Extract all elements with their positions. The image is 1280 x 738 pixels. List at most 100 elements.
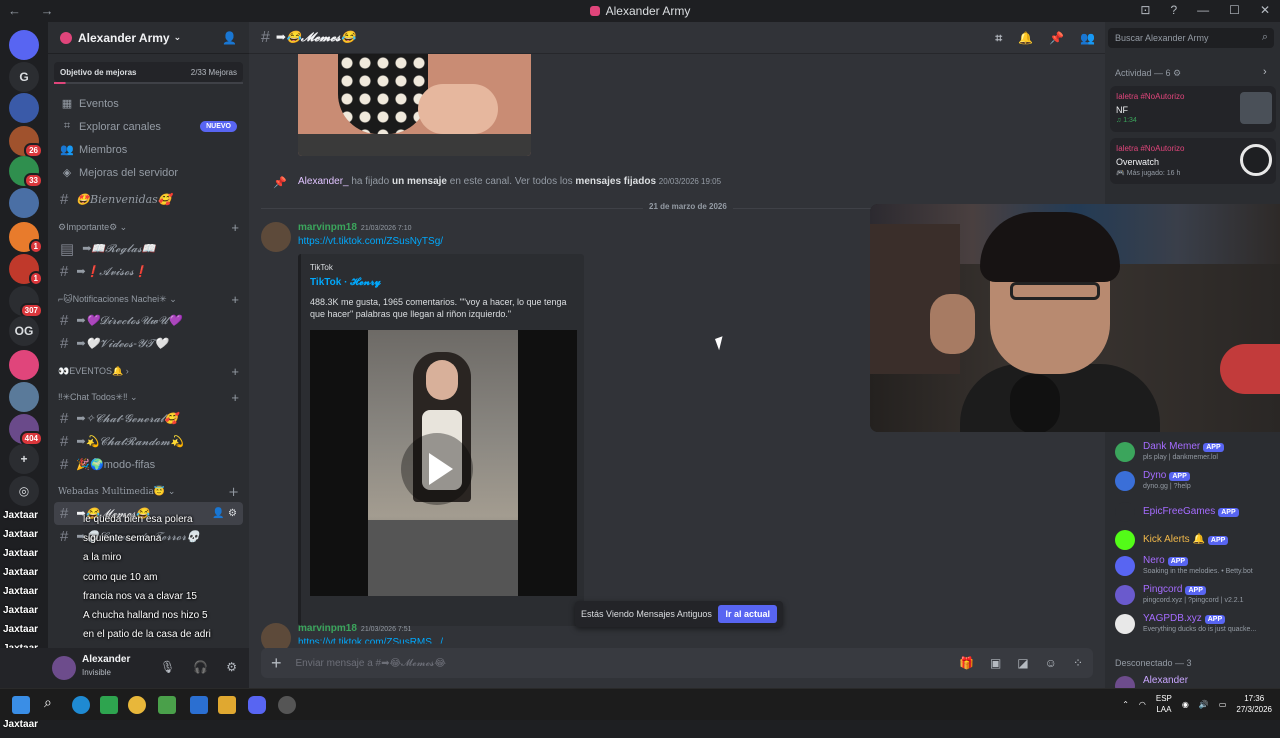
- attach-icon[interactable]: +: [271, 653, 282, 674]
- server-icon-10[interactable]: [9, 350, 39, 380]
- member-item[interactable]: YAGPDB.xyz APP Everything ducks do is just…: [1115, 612, 1280, 638]
- message-link[interactable]: https://vt.tiktok.com/ZSusRMS.../: [298, 637, 443, 644]
- search-icon[interactable]: ⌕: [44, 694, 62, 712]
- channel-bienvenidas[interactable]: # 🤩Bienvenidas🥰: [48, 188, 249, 211]
- member-item[interactable]: Kick Alerts 🔔 APP: [1115, 528, 1280, 554]
- sticker-icon[interactable]: ◪: [1017, 656, 1028, 670]
- minimize-button[interactable]: —: [1197, 3, 1209, 17]
- add-channel-icon[interactable]: +: [231, 292, 239, 307]
- server-icon-7[interactable]: 1: [9, 254, 43, 286]
- invite-icon[interactable]: 👤: [222, 31, 237, 45]
- battery-icon[interactable]: ▭: [1219, 700, 1227, 709]
- volume-icon[interactable]: 🔊: [1199, 700, 1209, 709]
- channel-directos[interactable]: # ➡💜𝓓𝓲𝓻𝓮𝓬𝓽𝓸𝓼𝓤𝔀𝓤💜: [48, 309, 249, 332]
- chrome-icon[interactable]: [128, 696, 146, 714]
- pin-message-link[interactable]: un mensaje: [392, 176, 447, 187]
- member-item[interactable]: Nero APP Soaking in the melodies. • Betty.…: [1115, 554, 1280, 580]
- jump-to-present-button[interactable]: Ir al actual: [718, 605, 777, 623]
- pin-author[interactable]: Alexander_: [298, 176, 349, 187]
- channel-avisos[interactable]: # ➡❗𝓐𝓿𝓲𝓼𝓸𝓼❗: [48, 260, 249, 283]
- category-chat-todos[interactable]: ‼✳Chat Todos✳‼ ⌄ +: [48, 387, 249, 407]
- server-icon-8[interactable]: 307: [9, 286, 43, 318]
- category-notificaciones[interactable]: ⌐🐱Notificaciones Nachei✳ ⌄ +: [48, 289, 249, 309]
- message-author[interactable]: marvinpm18 21/03/2026 7:51: [298, 623, 412, 634]
- apps-icon[interactable]: ⁘: [1073, 656, 1083, 670]
- app-icon[interactable]: [190, 696, 208, 714]
- headphones-icon[interactable]: 🎧: [193, 660, 208, 674]
- search-input[interactable]: Buscar Alexander Army ⌕: [1108, 28, 1274, 48]
- server-icon-5[interactable]: [9, 188, 39, 218]
- edge-icon[interactable]: [72, 696, 90, 714]
- channel-modo-fifas[interactable]: # 🎉🌍modo-fifas: [48, 453, 249, 476]
- discord-icon[interactable]: [9, 30, 39, 60]
- member-item[interactable]: Dank Memer APP pls play | dankmemer.lol: [1115, 440, 1280, 466]
- embed-video[interactable]: [310, 330, 577, 596]
- add-server-icon[interactable]: +: [9, 444, 39, 474]
- server-icon-9[interactable]: OG: [9, 316, 39, 346]
- message-link[interactable]: https://vt.tiktok.com/ZSusNyTSg/: [298, 236, 443, 247]
- help-icon[interactable]: ?: [1170, 3, 1177, 17]
- category-importante[interactable]: ⚙Importante⚙ ⌄ +: [48, 217, 249, 237]
- chevron-right-icon[interactable]: ›: [1263, 66, 1267, 78]
- nav-server-boost[interactable]: ◈ Mejoras del servidor: [48, 161, 249, 184]
- boost-goal[interactable]: Objetivo de mejoras 2/33 Mejoras: [54, 62, 243, 82]
- channel-chat-random[interactable]: # ➡💫𝓒𝓱𝓪𝓽𝓡𝓪𝓷𝓭𝓸𝓶💫: [48, 430, 249, 453]
- network-icon[interactable]: ◠: [1139, 700, 1146, 709]
- members-toggle-icon[interactable]: 👥: [1080, 31, 1095, 46]
- app-icon[interactable]: [158, 696, 176, 714]
- clock[interactable]: 17:36 27/3/2026: [1236, 693, 1272, 715]
- explore-icon[interactable]: ◎: [9, 476, 39, 506]
- discord-taskbar-icon[interactable]: [248, 696, 266, 714]
- gift-icon[interactable]: 🎁: [959, 656, 974, 670]
- server-icon-6[interactable]: 1: [9, 222, 43, 254]
- nav-members[interactable]: 👥 Miembros: [48, 138, 249, 161]
- embed-title[interactable]: TikTok · 𝓗𝓮𝓷𝓻𝔂: [310, 277, 381, 288]
- gear-icon[interactable]: ⚙: [226, 660, 237, 674]
- maximize-button[interactable]: ☐: [1229, 3, 1240, 17]
- member-item[interactable]: Pingcord APP pingcord.xyz | ?pingcord | v2…: [1115, 583, 1280, 609]
- windows-start-icon[interactable]: [12, 696, 30, 714]
- history-nav[interactable]: ← →: [8, 3, 62, 18]
- category-eventos[interactable]: 👀EVENTOS🔔 › +: [48, 361, 249, 381]
- server-icon-1[interactable]: G: [9, 62, 39, 92]
- add-channel-icon[interactable]: +: [228, 485, 239, 500]
- threads-icon[interactable]: ⌗: [995, 31, 1002, 46]
- channel-reglas[interactable]: ▤ ➡📖𝓡𝓮𝓰𝓵𝓪𝓼📖: [48, 237, 249, 260]
- channel-chat-general[interactable]: # ➡✧𝓒𝓱𝓪𝓽-𝓖𝓮𝓷𝓮𝓻𝓪𝓵🥰: [48, 407, 249, 430]
- member-item[interactable]: Dyno APP dyno.gg | ?help: [1115, 469, 1280, 495]
- inbox-icon[interactable]: ⊡: [1140, 3, 1150, 17]
- message-author[interactable]: marvinpm18 21/03/2026 7:10: [298, 222, 412, 233]
- member-item[interactable]: EpicFreeGames APP: [1115, 500, 1280, 526]
- activity-card[interactable]: Ialetra #NoAutorizo Overwatch 🎮 Más juga…: [1110, 138, 1276, 184]
- bell-icon[interactable]: 🔔: [1018, 31, 1033, 46]
- gif-icon[interactable]: ▣: [990, 656, 1001, 670]
- close-button[interactable]: ✕: [1260, 3, 1270, 17]
- nav-events[interactable]: ▦ Eventos: [48, 92, 249, 115]
- avatar[interactable]: [52, 656, 76, 680]
- member-item[interactable]: Alexander: [1115, 674, 1280, 688]
- message-composer[interactable]: + Enviar mensaje a #➡😂𝓜𝓮𝓶𝓮𝓼😂 🎁 ▣ ◪ ☺ ⁘: [261, 648, 1093, 678]
- avatar[interactable]: [261, 222, 291, 252]
- add-channel-icon[interactable]: +: [231, 390, 239, 405]
- wifi-icon[interactable]: ◉: [1182, 700, 1189, 709]
- server-icon-3[interactable]: 26: [9, 126, 43, 158]
- microphone-icon[interactable]: 🎙: [160, 660, 175, 674]
- obs-icon[interactable]: [278, 696, 296, 714]
- channel-videos[interactable]: # ➡🤍𝓥𝓲𝓭𝓮𝓸𝓼-𝓨𝓣🤍: [48, 332, 249, 355]
- activity-card[interactable]: Ialetra #NoAutorizo NF ♫ 1:34: [1110, 86, 1276, 132]
- add-channel-icon[interactable]: +: [231, 220, 239, 235]
- category-webadas[interactable]: Webadas Multimedia😇 ⌄ +: [48, 482, 249, 502]
- server-icon-4[interactable]: 33: [9, 156, 43, 188]
- app-icon[interactable]: [100, 696, 118, 714]
- nav-browse-channels[interactable]: ⌗ Explorar canales NUEVO: [48, 115, 249, 138]
- play-icon[interactable]: [401, 433, 473, 505]
- tray-chevron-icon[interactable]: ⌃: [1122, 700, 1129, 709]
- pin-icon[interactable]: 📌: [1049, 31, 1064, 46]
- server-icon-12[interactable]: 404: [9, 414, 43, 446]
- server-header[interactable]: Alexander Army ⌄ 👤: [48, 22, 249, 54]
- server-icon-2[interactable]: [9, 93, 39, 123]
- image-attachment[interactable]: [298, 54, 531, 156]
- emoji-icon[interactable]: ☺: [1045, 656, 1057, 670]
- folder-icon[interactable]: [218, 696, 236, 714]
- language-indicator[interactable]: ESP LAA: [1156, 693, 1172, 715]
